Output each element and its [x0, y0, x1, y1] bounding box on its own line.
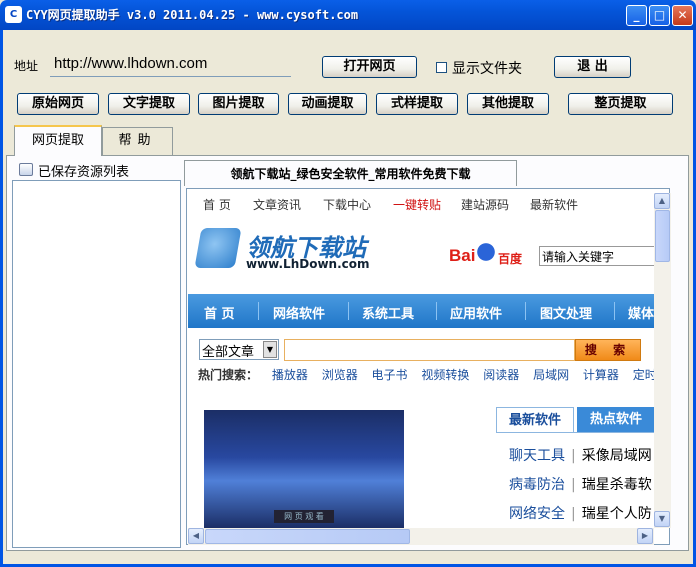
- scroll-up-icon[interactable]: ▲: [654, 193, 670, 209]
- list-item[interactable]: 网络安全 | 瑞星个人防: [509, 503, 652, 523]
- hot-search-link[interactable]: 计算器: [583, 368, 619, 382]
- mainnav-media[interactable]: 媒体: [628, 303, 654, 322]
- divider: [496, 432, 656, 433]
- news-title[interactable]: 瑞星杀毒软: [582, 477, 652, 493]
- hot-search-link[interactable]: 视频转换: [421, 368, 469, 382]
- topnav-home[interactable]: 首 页: [203, 196, 231, 213]
- news-category[interactable]: 聊天工具: [509, 448, 565, 464]
- document-icon: [19, 163, 33, 176]
- hot-search-link[interactable]: 播放器: [272, 368, 308, 382]
- site-search-input[interactable]: [284, 339, 575, 361]
- topnav-source[interactable]: 建站源码: [461, 196, 509, 213]
- list-item[interactable]: 聊天工具 | 采像局域网: [509, 445, 652, 465]
- open-page-button[interactable]: 打开网页: [322, 56, 417, 78]
- hot-search-link[interactable]: 浏览器: [322, 368, 358, 382]
- promo-banner-image[interactable]: 网 页 观 看: [204, 410, 404, 528]
- mainnav-system[interactable]: 系统工具: [362, 303, 414, 322]
- mainnav-apps[interactable]: 应用软件: [450, 303, 502, 322]
- mainnav-network[interactable]: 网络软件: [273, 303, 325, 322]
- maximize-button[interactable]: □: [649, 5, 670, 26]
- scroll-down-icon[interactable]: ▼: [654, 511, 670, 527]
- close-button[interactable]: ✕: [672, 5, 693, 26]
- baidu-logo: Bai: [449, 246, 476, 265]
- mainnav-home[interactable]: 首 页: [204, 303, 235, 322]
- nav-divider: [258, 302, 259, 320]
- scroll-left-icon[interactable]: ◀: [188, 528, 204, 544]
- banner-caption: 网 页 观 看: [274, 510, 334, 523]
- site-top-nav: 首 页 文章资讯 下载中心 一键转贴 建站源码 最新软件: [190, 193, 654, 215]
- topnav-latest[interactable]: 最新软件: [530, 196, 578, 213]
- hot-search-label: 热门搜索：: [198, 368, 259, 382]
- baidu-paw-icon: [475, 241, 497, 263]
- show-folder-label: 显示文件夹: [452, 61, 522, 77]
- text-extract-button[interactable]: 文字提取: [108, 93, 190, 115]
- original-page-button[interactable]: 原始网页: [17, 93, 99, 115]
- nav-divider: [525, 302, 526, 320]
- scroll-thumb[interactable]: [205, 529, 410, 544]
- nav-divider: [436, 302, 437, 320]
- topnav-news[interactable]: 文章资讯: [253, 196, 301, 213]
- window-title: CYY网页提取助手 v3.0 2011.04.25 - www.cysoft.c…: [26, 8, 359, 22]
- site-logo-url: www.LhDown.com: [246, 257, 370, 271]
- site-logo-icon: [194, 228, 242, 268]
- keyword-input[interactable]: 请输入关键字: [539, 246, 655, 266]
- scroll-right-icon[interactable]: ▶: [637, 528, 653, 544]
- tab-latest-software[interactable]: 最新软件: [496, 407, 574, 432]
- flash-extract-button[interactable]: 动画提取: [288, 93, 367, 115]
- topnav-download[interactable]: 下载中心: [323, 196, 371, 213]
- list-item[interactable]: 病毒防治 | 瑞星杀毒软: [509, 474, 652, 494]
- show-folder-checkbox[interactable]: [436, 62, 447, 73]
- address-label: 地址: [14, 59, 39, 73]
- horizontal-scrollbar[interactable]: ◀ ▶: [188, 528, 654, 545]
- url-input[interactable]: [50, 50, 291, 77]
- nav-divider: [348, 302, 349, 320]
- hot-search-link[interactable]: 局域网: [533, 368, 569, 382]
- mainnav-graphics[interactable]: 图文处理: [540, 303, 592, 322]
- exit-button[interactable]: 退 出: [554, 56, 631, 78]
- resource-list[interactable]: [12, 180, 181, 548]
- scroll-thumb[interactable]: [655, 210, 670, 262]
- tab-hot-software[interactable]: 热点软件: [577, 407, 655, 432]
- full-page-extract-button[interactable]: 整页提取: [568, 93, 673, 115]
- tab-web-extract[interactable]: 网页提取: [14, 125, 102, 156]
- topnav-repost[interactable]: 一键转贴: [393, 196, 441, 213]
- nav-divider: [614, 302, 615, 320]
- site-main-nav: 首 页 网络软件 系统工具 应用软件 图文处理 媒体: [188, 294, 654, 328]
- news-category[interactable]: 网络安全: [509, 506, 565, 522]
- baidu-logo-cn: 百度: [498, 252, 523, 266]
- app-icon: C: [5, 6, 22, 23]
- hot-search-link[interactable]: 电子书: [372, 368, 408, 382]
- resource-list-title: 已保存资源列表: [38, 165, 130, 180]
- site-search-button[interactable]: 搜 索: [575, 339, 641, 361]
- chevron-down-icon[interactable]: ▼: [263, 341, 277, 358]
- news-category[interactable]: 病毒防治: [509, 477, 565, 493]
- image-extract-button[interactable]: 图片提取: [198, 93, 279, 115]
- tab-help[interactable]: 帮助: [102, 127, 173, 155]
- other-extract-button[interactable]: 其他提取: [467, 93, 549, 115]
- browser-tab[interactable]: 领航下载站_绿色安全软件_常用软件免费下载: [184, 160, 517, 186]
- minimize-button[interactable]: _: [626, 5, 647, 26]
- news-title[interactable]: 采像局域网: [582, 448, 652, 464]
- style-extract-button[interactable]: 式样提取: [376, 93, 458, 115]
- hot-searches: 热门搜索： 播放器 浏览器 电子书 视频转换 阅读器 局域网 计算器 定时: [198, 366, 657, 383]
- vertical-scrollbar[interactable]: ▲ ▼: [654, 193, 671, 528]
- news-title[interactable]: 瑞星个人防: [582, 506, 652, 522]
- hot-search-link[interactable]: 阅读器: [483, 368, 519, 382]
